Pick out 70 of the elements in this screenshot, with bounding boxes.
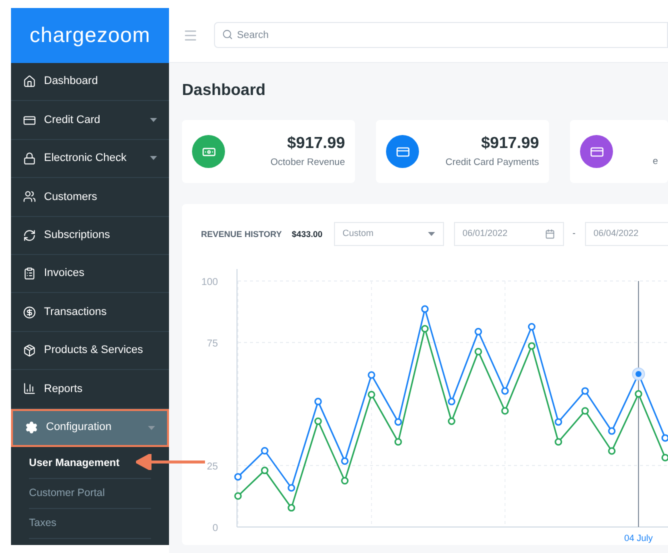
data-point — [448, 398, 456, 406]
settings-icon — [25, 421, 38, 434]
data-point — [581, 407, 589, 415]
data-point — [368, 371, 376, 379]
dollar-icon — [23, 306, 36, 319]
y-tick-label: 75 — [206, 338, 218, 350]
data-point — [501, 407, 509, 415]
total-amount: $433.00 — [292, 228, 323, 240]
data-point — [288, 484, 296, 492]
data-point — [234, 492, 242, 500]
package-icon — [23, 344, 36, 357]
data-point — [474, 328, 482, 336]
data-point — [234, 473, 242, 481]
submenu-item[interactable]: User Management — [29, 456, 120, 472]
date-separator: - — [572, 227, 576, 240]
y-tick-label: 25 — [206, 462, 218, 472]
search-field[interactable]: Search — [214, 22, 668, 48]
stat-amount: $917.99 — [481, 134, 539, 154]
refresh-icon — [23, 228, 36, 242]
stat-label: e — [652, 155, 658, 170]
submenu-item[interactable]: Taxes — [29, 516, 56, 532]
data-point — [608, 427, 616, 435]
data-point — [394, 418, 402, 426]
search-icon — [222, 29, 233, 40]
data-point — [421, 305, 429, 313]
page-title: Dashboard — [182, 81, 267, 101]
caret-icon — [150, 118, 157, 122]
data-point — [474, 348, 482, 356]
data-point — [260, 447, 268, 454]
people-icon — [23, 190, 36, 204]
sidebar-item[interactable]: Configuration — [11, 408, 169, 447]
data-point — [421, 324, 429, 332]
y-tick-label: 0 — [212, 523, 218, 534]
data-point — [554, 438, 562, 446]
data-point — [341, 457, 349, 465]
data-point — [448, 417, 456, 425]
data-point — [394, 438, 402, 446]
section-title: REVENUE HISTORY — [201, 228, 282, 240]
data-point — [581, 387, 589, 395]
hover-date-label: 04 July — [624, 533, 653, 543]
submenu-item[interactable]: Customer Portal — [29, 486, 105, 502]
data-point — [260, 466, 268, 474]
menu-icon[interactable] — [183, 28, 198, 42]
lock-icon — [23, 152, 36, 165]
data-point — [634, 390, 642, 398]
card-icon — [23, 114, 36, 127]
data-point — [314, 398, 322, 406]
data-point — [314, 417, 322, 425]
bar-chart-icon — [23, 382, 36, 396]
home-icon — [23, 75, 36, 88]
pointer-arrow — [136, 454, 206, 470]
stat-amount: $917.99 — [287, 134, 345, 154]
calendar-icon — [544, 229, 555, 239]
clipboard-icon — [23, 267, 36, 280]
data-point — [368, 390, 376, 398]
stat-label: Credit Card Payments — [446, 156, 539, 170]
highlighted-point — [632, 368, 645, 380]
stat-label: October Revenue — [270, 156, 345, 170]
data-point — [608, 447, 616, 455]
data-point — [528, 323, 536, 330]
caret-icon — [428, 232, 435, 236]
caret-icon — [150, 156, 157, 160]
data-point — [554, 418, 562, 426]
data-point — [501, 387, 509, 395]
caret-icon — [148, 426, 155, 430]
data-point — [341, 477, 349, 484]
data-point — [288, 504, 296, 512]
logo: chargezoom — [30, 22, 150, 49]
y-tick-label: 100 — [201, 277, 218, 288]
data-point — [528, 342, 536, 350]
